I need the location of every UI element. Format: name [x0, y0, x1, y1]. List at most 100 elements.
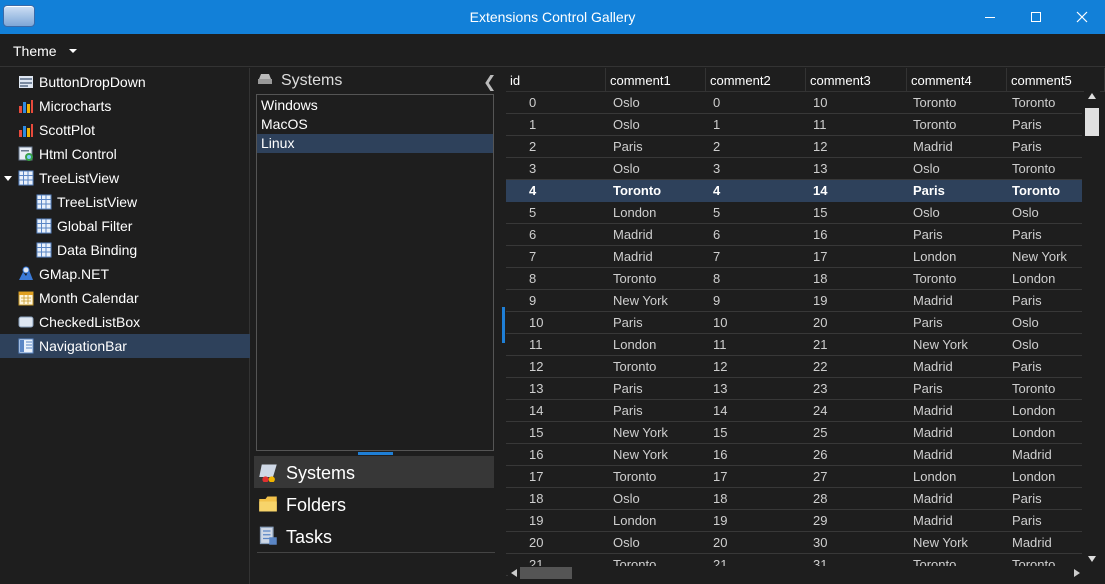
- table-cell[interactable]: New York: [1012, 249, 1067, 264]
- table-cell[interactable]: 1: [713, 117, 720, 132]
- table-cell[interactable]: 15: [529, 425, 543, 440]
- table-cell[interactable]: 3: [713, 161, 720, 176]
- table-cell[interactable]: 28: [813, 491, 827, 506]
- table-cell[interactable]: 4: [529, 183, 536, 198]
- collapse-chevron-icon[interactable]: ❮: [483, 72, 496, 92]
- table-cell[interactable]: London: [1012, 403, 1055, 418]
- sidebar-item-navigationbar[interactable]: NavigationBar: [0, 334, 250, 358]
- table-row[interactable]: 8 Toronto 8 18 Toronto London: [506, 268, 1082, 290]
- table-cell[interactable]: 16: [529, 447, 543, 462]
- table-cell[interactable]: 18: [713, 491, 727, 506]
- table-cell[interactable]: 5: [713, 205, 720, 220]
- table-cell[interactable]: 18: [813, 271, 827, 286]
- table-cell[interactable]: 14: [813, 183, 827, 198]
- table-cell[interactable]: 6: [713, 227, 720, 242]
- table-cell[interactable]: Paris: [1012, 117, 1042, 132]
- table-cell[interactable]: Toronto: [613, 183, 661, 198]
- table-cell[interactable]: Madrid: [913, 293, 953, 308]
- table-cell[interactable]: 13: [713, 381, 727, 396]
- table-cell[interactable]: New York: [913, 535, 968, 550]
- table-cell[interactable]: Toronto: [913, 271, 956, 286]
- table-cell[interactable]: Madrid: [613, 249, 653, 264]
- table-cell[interactable]: Oslo: [613, 117, 640, 132]
- table-cell[interactable]: Toronto: [613, 359, 656, 374]
- splitter-handle[interactable]: [358, 452, 393, 455]
- table-cell[interactable]: Toronto: [613, 469, 656, 484]
- table-cell[interactable]: 10: [813, 95, 827, 110]
- table-row[interactable]: 11 London 11 21 New York Oslo: [506, 334, 1082, 356]
- scroll-thumb[interactable]: [520, 567, 572, 579]
- sidebar-item-global-filter[interactable]: Global Filter: [0, 214, 250, 238]
- table-cell[interactable]: Oslo: [613, 491, 640, 506]
- table-cell[interactable]: Madrid: [913, 425, 953, 440]
- table-cell[interactable]: Paris: [613, 139, 643, 154]
- table-cell[interactable]: 2: [529, 139, 536, 154]
- table-cell[interactable]: 22: [813, 359, 827, 374]
- vertical-splitter-handle[interactable]: [502, 307, 505, 343]
- table-cell[interactable]: Paris: [913, 381, 943, 396]
- navbar-section-tasks[interactable]: Tasks: [254, 520, 494, 552]
- chevron-down-icon[interactable]: [69, 49, 77, 53]
- table-cell[interactable]: 10: [713, 315, 727, 330]
- table-cell[interactable]: Paris: [613, 403, 643, 418]
- table-row[interactable]: 17 Toronto 17 27 London London: [506, 466, 1082, 488]
- table-cell[interactable]: Paris: [613, 315, 643, 330]
- sidebar-item-treelistview[interactable]: TreeListView: [0, 190, 250, 214]
- table-cell[interactable]: London: [1012, 425, 1055, 440]
- table-cell[interactable]: 8: [529, 271, 536, 286]
- table-cell[interactable]: 20: [813, 315, 827, 330]
- table-cell[interactable]: Paris: [913, 315, 943, 330]
- table-cell[interactable]: 17: [529, 469, 543, 484]
- table-cell[interactable]: London: [613, 513, 656, 528]
- sidebar-item-checkedlistbox[interactable]: CheckedListBox: [0, 310, 250, 334]
- sidebar-item-buttondropdown[interactable]: ButtonDropDown: [0, 70, 250, 94]
- sidebar-item-month-calendar[interactable]: Month Calendar: [0, 286, 250, 310]
- table-cell[interactable]: Paris: [1012, 513, 1042, 528]
- minimize-button[interactable]: [967, 0, 1013, 34]
- column-header-comment2[interactable]: comment2: [706, 68, 806, 92]
- table-cell[interactable]: 0: [713, 95, 720, 110]
- column-header-id[interactable]: id: [506, 68, 606, 92]
- horizontal-scrollbar[interactable]: [508, 566, 1084, 580]
- table-cell[interactable]: London: [913, 249, 956, 264]
- column-header-comment5[interactable]: comment5: [1007, 68, 1105, 92]
- table-cell[interactable]: 18: [529, 491, 543, 506]
- table-cell[interactable]: 9: [713, 293, 720, 308]
- table-cell[interactable]: New York: [613, 447, 668, 462]
- table-cell[interactable]: 17: [813, 249, 827, 264]
- expand-arrow-icon[interactable]: [4, 176, 12, 181]
- table-row[interactable]: 1 Oslo 1 11 Toronto Paris: [506, 114, 1082, 136]
- table-cell[interactable]: 11: [713, 337, 727, 352]
- data-grid[interactable]: id comment1 comment2 comment3 comment4 commen…: [506, 68, 1105, 584]
- table-cell[interactable]: 24: [813, 403, 827, 418]
- table-cell[interactable]: 14: [529, 403, 543, 418]
- table-row[interactable]: 19 London 19 29 Madrid Paris: [506, 510, 1082, 532]
- table-cell[interactable]: Madrid: [913, 403, 953, 418]
- table-cell[interactable]: 9: [529, 293, 536, 308]
- table-cell[interactable]: 16: [713, 447, 727, 462]
- table-cell[interactable]: 20: [713, 535, 727, 550]
- table-cell[interactable]: Paris: [613, 381, 643, 396]
- table-cell[interactable]: 0: [529, 95, 536, 110]
- table-cell[interactable]: Oslo: [913, 161, 940, 176]
- column-header-comment4[interactable]: comment4: [907, 68, 1007, 92]
- table-cell[interactable]: Madrid: [613, 227, 653, 242]
- table-cell[interactable]: 12: [713, 359, 727, 374]
- table-cell[interactable]: Madrid: [913, 359, 953, 374]
- table-cell[interactable]: 10: [529, 315, 543, 330]
- sidebar-item-gmap-net[interactable]: GMap.NET: [0, 262, 250, 286]
- table-cell[interactable]: Paris: [1012, 139, 1042, 154]
- table-cell[interactable]: Madrid: [1012, 535, 1052, 550]
- column-header-comment1[interactable]: comment1: [606, 68, 706, 92]
- table-cell[interactable]: Paris: [1012, 293, 1042, 308]
- table-cell[interactable]: Toronto: [913, 95, 956, 110]
- table-cell[interactable]: 23: [813, 381, 827, 396]
- table-cell[interactable]: Madrid: [913, 513, 953, 528]
- list-item[interactable]: Windows: [257, 96, 493, 115]
- sidebar-item-treelistview[interactable]: TreeListView: [0, 166, 250, 190]
- table-cell[interactable]: London: [613, 337, 656, 352]
- table-cell[interactable]: 2: [713, 139, 720, 154]
- table-cell[interactable]: 19: [713, 513, 727, 528]
- table-cell[interactable]: London: [1012, 469, 1055, 484]
- table-cell[interactable]: New York: [613, 425, 668, 440]
